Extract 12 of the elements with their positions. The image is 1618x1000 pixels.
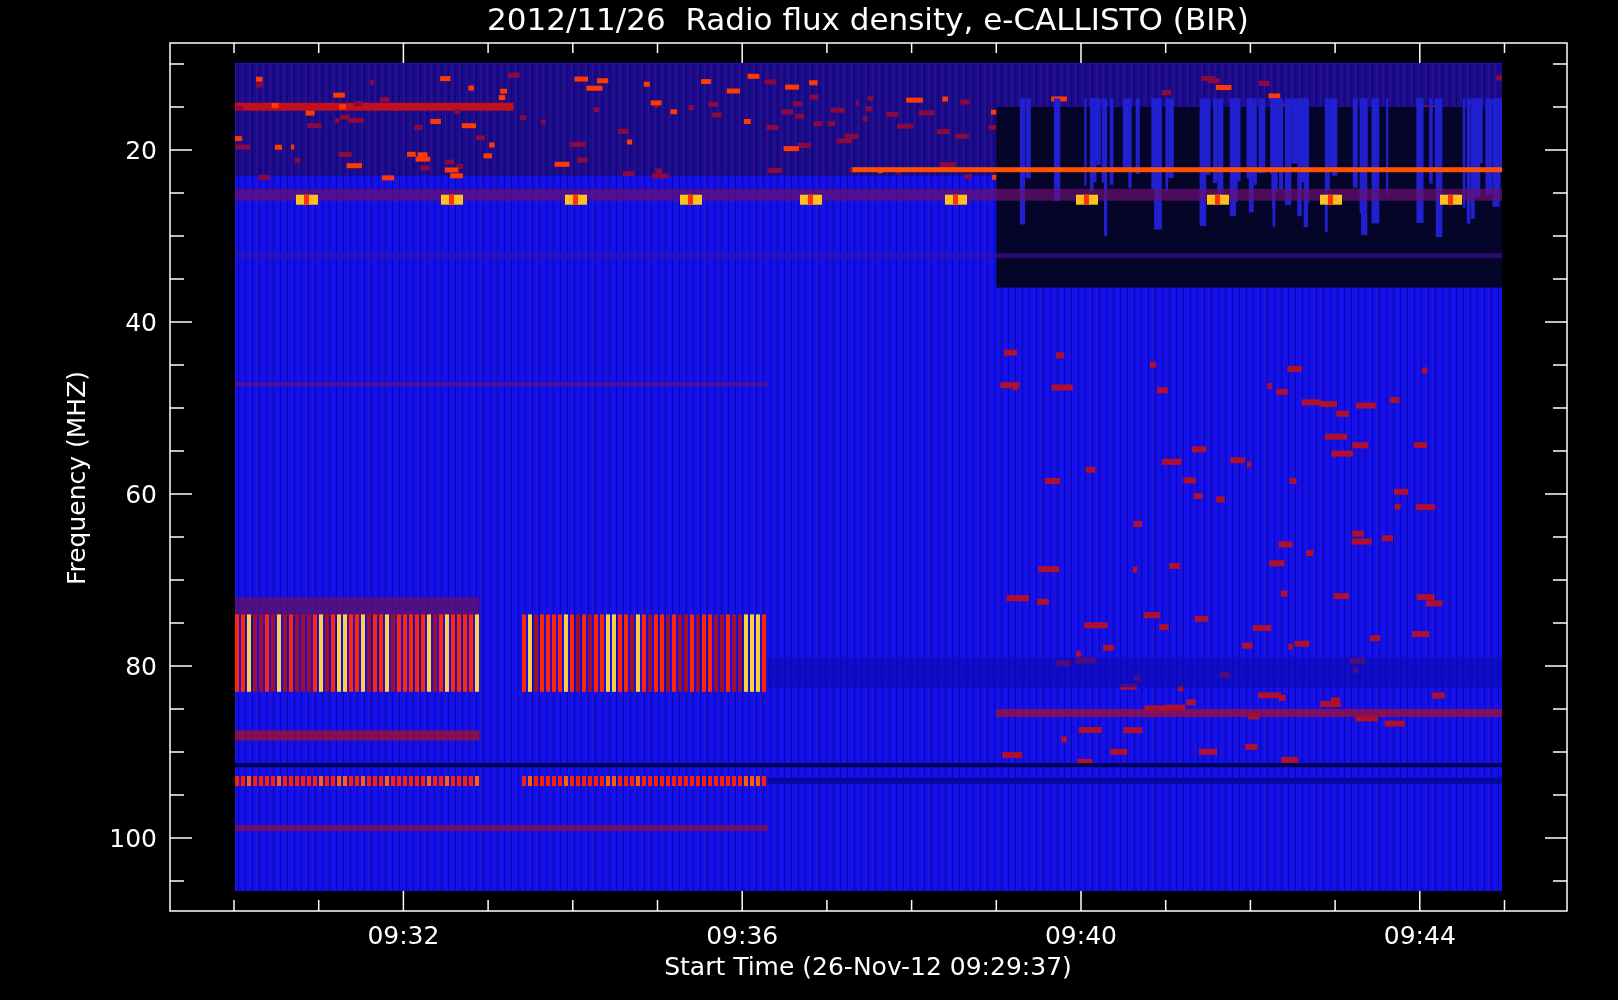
y-tick-label: 20	[125, 136, 157, 165]
chart-title: 2012/11/26 Radio flux density, e-CALLISTO (BIR)	[487, 1, 1249, 37]
x-axis-label: Start Time (26-Nov-12 09:29:37)	[664, 952, 1072, 981]
y-tick-label: 80	[125, 652, 157, 681]
x-tick-label: 09:32	[367, 921, 440, 950]
y-tick-label: 60	[125, 480, 157, 509]
x-tick-label: 09:44	[1383, 921, 1456, 950]
y-axis-label: Frequency (MHZ)	[62, 370, 91, 586]
x-tick-label: 09:36	[706, 921, 779, 950]
y-tick-label: 40	[125, 308, 157, 337]
y-tick-label: 100	[109, 824, 157, 853]
x-tick-label: 09:40	[1045, 921, 1117, 950]
